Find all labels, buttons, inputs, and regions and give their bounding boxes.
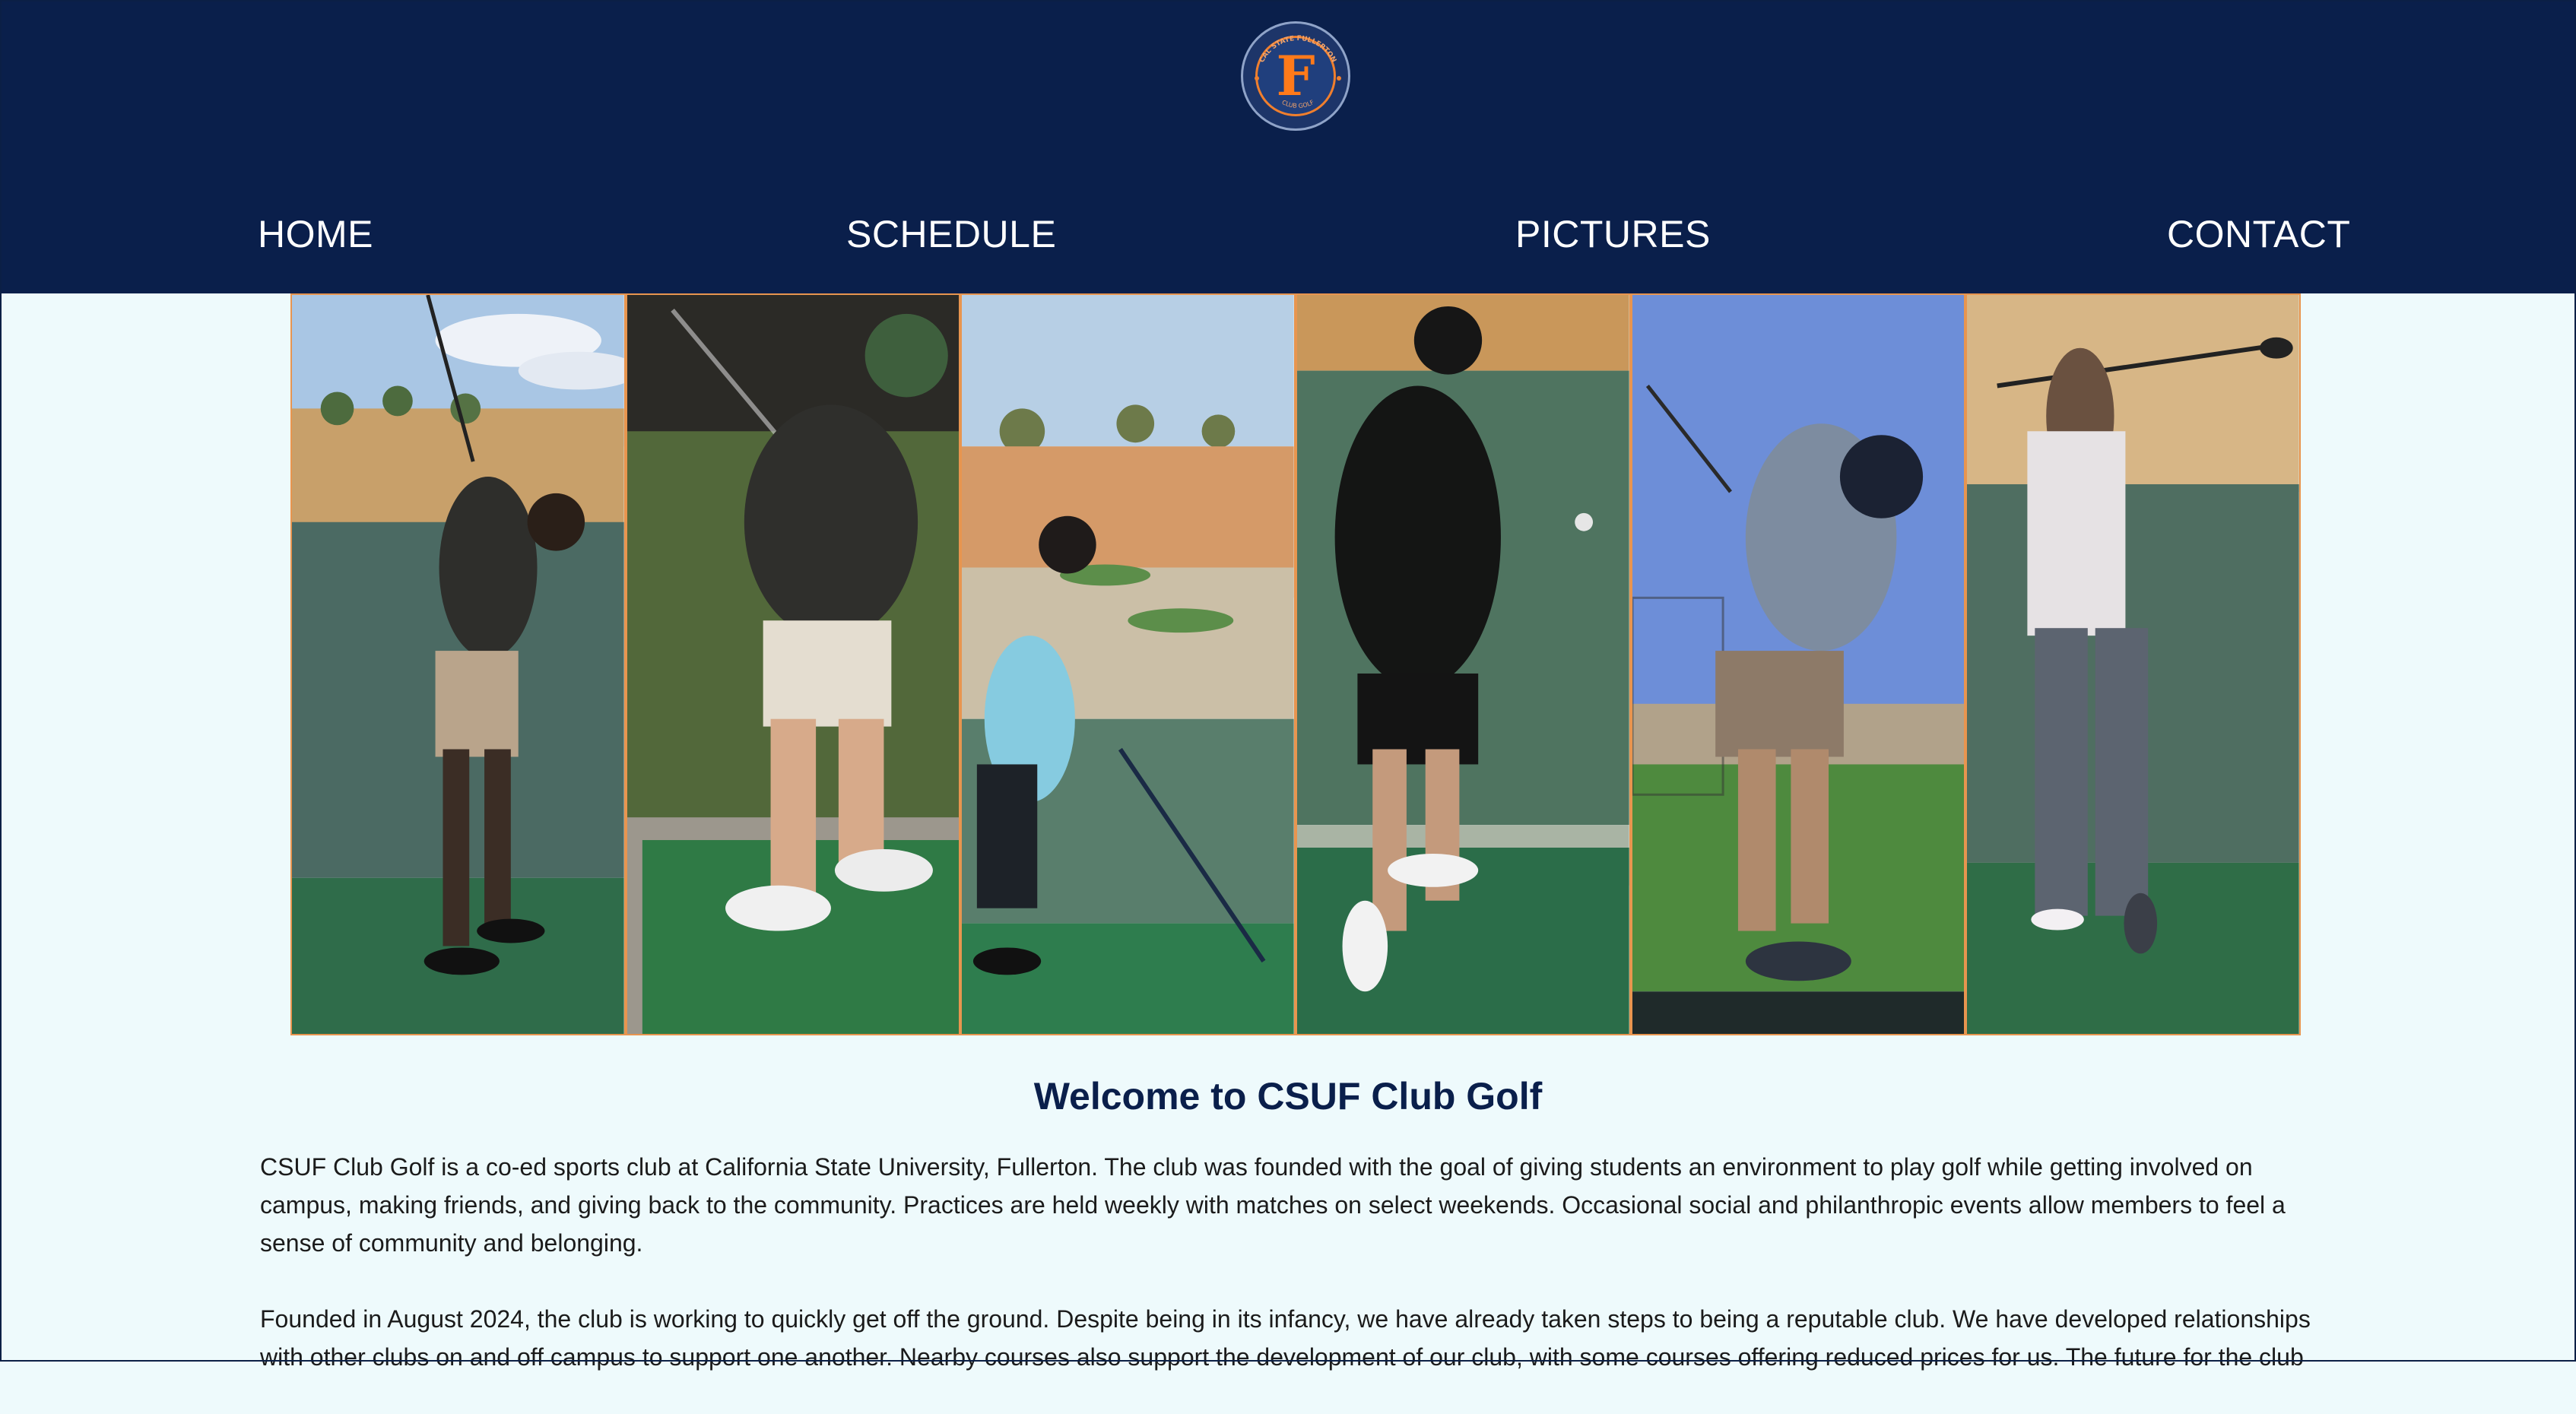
nav-contact[interactable]: CONTACT [2167,204,2350,265]
golfer-photo-image [627,295,960,1034]
gallery-photo-3[interactable] [960,293,1296,1035]
site-header: CAL STATE FULLERTON CLUB GOLF F HOME SCH… [0,0,2576,293]
gallery-photo-6[interactable] [1965,293,2302,1035]
logo-ring: CAL STATE FULLERTON CLUB GOLF [1255,35,1341,109]
gallery-photo-1[interactable] [290,293,626,1035]
logo-ring-text-top: CAL STATE FULLERTON [1258,35,1337,64]
gallery-photo-4[interactable] [1296,293,1631,1035]
golfer-photo-image [1632,295,1965,1034]
golfer-photo-image [1297,295,1629,1034]
csuf-club-golf-logo[interactable]: CAL STATE FULLERTON CLUB GOLF F [1241,21,1350,131]
golfer-photo-image [962,295,1295,1034]
about-paragraph-1: CSUF Club Golf is a co-ed sports club at… [260,1153,2286,1257]
nav-schedule[interactable]: SCHEDULE [846,204,1056,265]
nav-home[interactable]: HOME [258,204,373,265]
gallery-photo-2[interactable] [625,293,961,1035]
svg-text:CAL STATE FULLERTON: CAL STATE FULLERTON [1258,35,1337,64]
about-content: CSUF Club Golf is a co-ed sports club at… [260,1148,2328,1414]
svg-text:CLUB GOLF: CLUB GOLF [1280,99,1315,109]
main-nav: HOME SCHEDULE PICTURES CONTACT [0,204,2576,265]
about-paragraph-2: Founded in August 2024, the club is work… [260,1305,2311,1371]
golfer-photo-image [292,295,624,1034]
nav-pictures[interactable]: PICTURES [1515,204,1711,265]
photo-gallery [290,293,2302,1035]
gallery-photo-5[interactable] [1630,293,1966,1035]
logo-ring-text-bottom: CLUB GOLF [1280,99,1315,109]
welcome-heading: Welcome to CSUF Club Golf [1033,1075,1543,1118]
golfer-photo-image [1967,295,2300,1034]
